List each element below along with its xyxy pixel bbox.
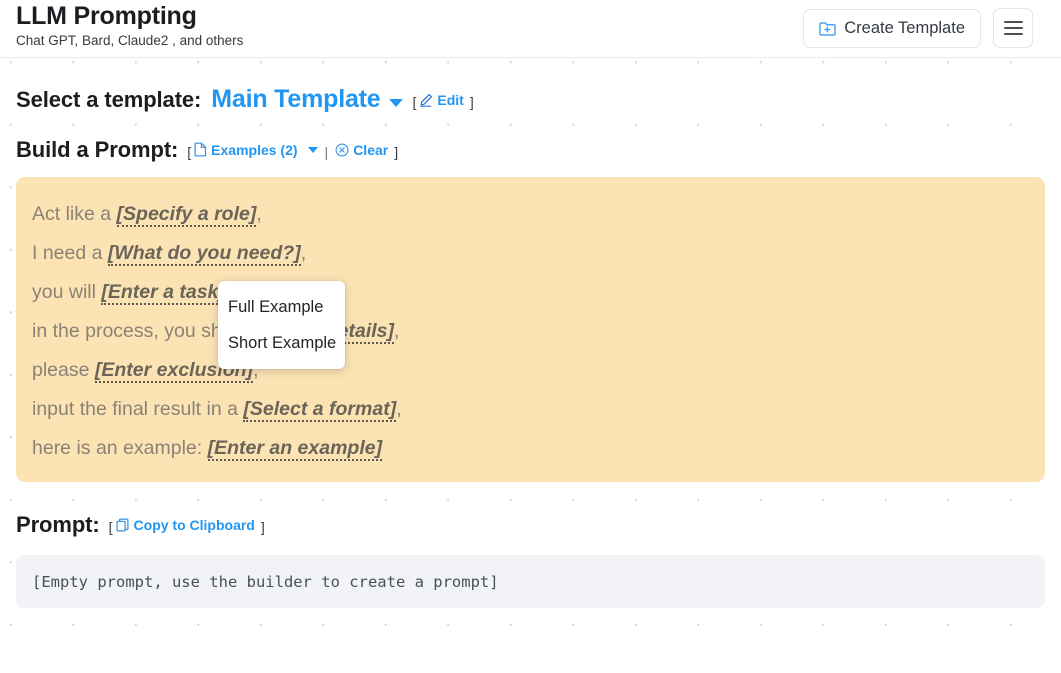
document-icon	[194, 142, 207, 157]
builder-bracket-open: [	[187, 144, 192, 160]
builder-line: here is an example: [Enter an example]	[32, 429, 1029, 468]
selected-template-name[interactable]: Main Template	[211, 85, 380, 114]
circle-x-icon	[335, 143, 349, 157]
edit-template-button[interactable]: Edit	[419, 92, 464, 108]
builder-actions-separator: |	[324, 144, 329, 160]
line-suffix: ,	[256, 203, 262, 225]
chevron-down-icon[interactable]	[389, 99, 404, 107]
placeholder-enter-a-task[interactable]: [Enter a task]	[101, 281, 225, 305]
page-title: LLM Prompting	[16, 2, 197, 30]
builder-line: I need a [What do you need?],	[32, 234, 1029, 273]
builder-line: please [Enter exclusion],	[32, 351, 1029, 390]
copy-bracket-close: ]	[260, 519, 265, 535]
clear-button[interactable]: Clear	[335, 142, 388, 158]
main-content: Select a template: Main Template [ Edit …	[0, 85, 1061, 608]
menu-button[interactable]	[993, 8, 1033, 48]
line-suffix: ,	[394, 320, 400, 342]
prompt-heading-row: Prompt: [ Copy to Clipboard ]	[16, 512, 1045, 542]
placeholder-select-a-format[interactable]: [Select a format]	[243, 398, 397, 422]
line-prefix: I need a	[32, 242, 108, 264]
copy-label: Copy to Clipboard	[133, 517, 255, 533]
examples-label: Examples (2)	[211, 141, 298, 158]
examples-dropdown-button[interactable]: Examples (2)	[194, 141, 318, 158]
folder-plus-icon	[819, 21, 836, 36]
builder-line: input the final result in a [Select a fo…	[32, 390, 1029, 429]
build-prompt-heading: Build a Prompt:	[16, 137, 179, 162]
brand: LLM Prompting Chat GPT, Bard, Claude2 , …	[16, 0, 243, 49]
examples-menu-item-short-example[interactable]: Short Example	[218, 325, 345, 361]
line-prefix: Act like a	[32, 203, 117, 225]
prompt-heading: Prompt:	[16, 512, 100, 537]
select-template-label: Select a template:	[16, 87, 202, 112]
edit-bracket-open: [	[412, 94, 417, 110]
examples-menu-item-full-example[interactable]: Full Example	[218, 289, 345, 325]
line-prefix: please	[32, 359, 95, 381]
line-prefix: input the final result in a	[32, 398, 244, 420]
template-selector-row: Select a template: Main Template [ Edit …	[16, 85, 1045, 115]
builder-line: in the process, you should [Enter detail…	[32, 312, 1029, 351]
builder-bracket-close: ]	[394, 144, 399, 160]
header-actions: Create Template	[803, 0, 1033, 48]
prompt-output-text: [Empty prompt, use the builder to create…	[32, 572, 499, 591]
builder-line: you will [Enter a task],	[32, 273, 1029, 312]
examples-dropdown-menu: Full Example Short Example	[218, 281, 345, 369]
hamburger-menu-icon	[1003, 17, 1023, 39]
line-suffix: ,	[396, 398, 402, 420]
prompt-output-box[interactable]: [Empty prompt, use the builder to create…	[16, 555, 1045, 608]
create-template-button[interactable]: Create Template	[803, 8, 981, 48]
clear-label: Clear	[353, 142, 389, 158]
placeholder-specify-a-role[interactable]: [Specify a role]	[116, 203, 257, 227]
pencil-icon	[419, 93, 433, 107]
edit-bracket-close: ]	[469, 94, 474, 110]
line-prefix: here is an example:	[32, 437, 208, 459]
create-template-label: Create Template	[844, 18, 965, 37]
placeholder-enter-an-example[interactable]: [Enter an example]	[207, 437, 383, 461]
line-suffix: ,	[300, 242, 307, 264]
page-subtitle: Chat GPT, Bard, Claude2 , and others	[16, 33, 244, 48]
prompt-builder-card: Act like a [Specify a role], I need a [W…	[16, 177, 1045, 482]
chevron-down-icon[interactable]	[307, 146, 318, 153]
copy-to-clipboard-button[interactable]: Copy to Clipboard	[116, 517, 255, 533]
builder-line: Act like a [Specify a role],	[32, 195, 1029, 234]
edit-label: Edit	[437, 92, 464, 108]
build-prompt-row: Build a Prompt: [ Examples (2) | Clear ]	[16, 137, 1045, 167]
line-prefix: you will	[32, 281, 102, 303]
copy-icon	[116, 518, 130, 532]
copy-bracket-open: [	[108, 519, 113, 535]
app-header: LLM Prompting Chat GPT, Bard, Claude2 , …	[0, 0, 1061, 58]
placeholder-what-do-you-need[interactable]: [What do you need?]	[107, 242, 301, 266]
